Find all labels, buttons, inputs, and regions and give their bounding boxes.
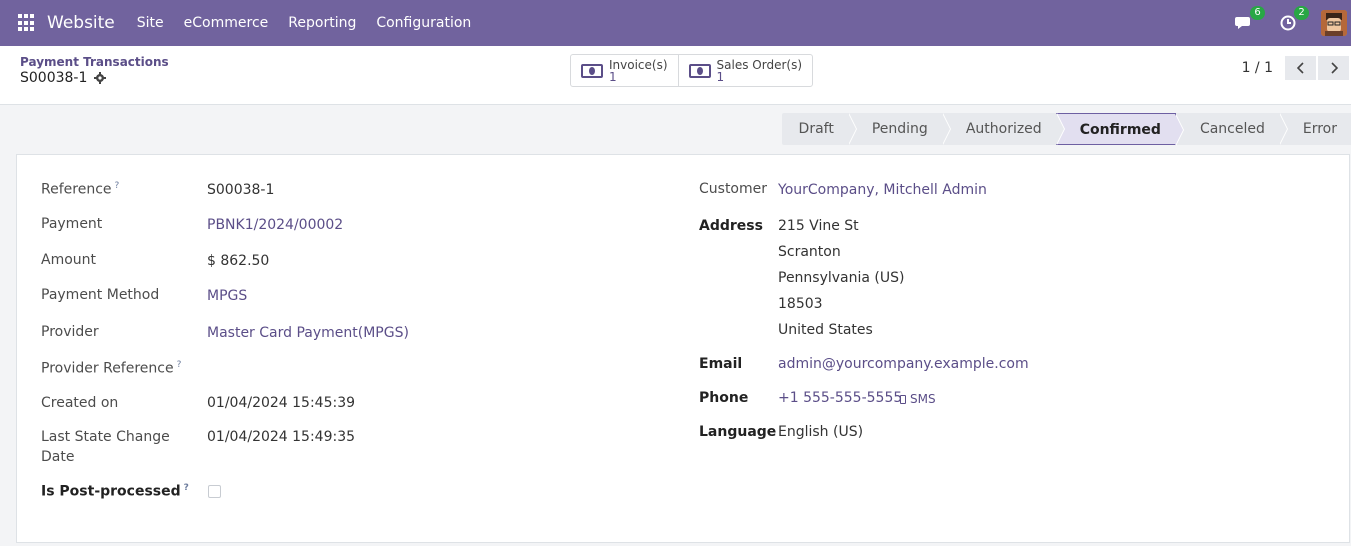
chevron-right-icon [1330, 62, 1338, 74]
created-on-value: 01/04/2024 15:45:39 [207, 395, 356, 411]
last-state-change-label-line2: Date [41, 449, 75, 465]
apps-menu-icon[interactable] [18, 14, 36, 32]
sms-button[interactable]: SMS [900, 392, 936, 406]
help-icon[interactable]: ? [184, 483, 189, 493]
menu-configuration[interactable]: Configuration [376, 15, 471, 31]
sms-label: SMS [910, 392, 936, 406]
invoices-count: 1 [609, 69, 617, 84]
phone-label: Phone [699, 390, 749, 406]
language-label: Language [699, 424, 777, 440]
address-line-country: United States [778, 322, 873, 338]
money-bill-icon [581, 63, 603, 78]
stage-error[interactable]: Error [1278, 113, 1351, 145]
provider-reference-label: Provider Reference? [41, 360, 181, 377]
mobile-icon [900, 394, 906, 404]
payment-method-label: Payment Method [41, 287, 160, 303]
language-value: English (US) [778, 424, 864, 440]
messages-badge: 6 [1250, 6, 1265, 20]
pager-value[interactable]: 1 / 1 [1242, 60, 1273, 76]
post-processed-checkbox[interactable] [208, 485, 221, 498]
top-navbar: Website Site eCommerce Reporting Configu… [0, 0, 1351, 46]
provider-label: Provider [41, 324, 99, 340]
record-name: S00038-1 [20, 70, 88, 86]
address-line-zip: 18503 [778, 296, 823, 312]
email-link[interactable]: admin@yourcompany.example.com [778, 356, 1029, 372]
address-line-street: 215 Vine St [778, 218, 859, 234]
reference-label-text: Reference [41, 181, 112, 198]
pager-previous-button[interactable] [1285, 56, 1316, 80]
stage-canceled[interactable]: Canceled [1175, 113, 1288, 145]
menu-ecommerce[interactable]: eCommerce [184, 15, 269, 31]
reference-label: Reference? [41, 181, 119, 198]
provider-reference-label-text: Provider Reference [41, 360, 174, 377]
amount-value: $ 862.50 [207, 253, 270, 269]
post-processed-label-text: Is Post-processed [41, 483, 181, 500]
sales-orders-count: 1 [716, 69, 725, 84]
stage-confirmed[interactable]: Confirmed [1055, 113, 1185, 146]
address-label: Address [699, 218, 763, 234]
status-bar: Draft Pending Authorized Confirmed Cance… [781, 113, 1351, 146]
customer-label: Customer [699, 181, 768, 197]
activities-badge: 2 [1294, 6, 1309, 20]
app-name[interactable]: Website [47, 13, 115, 33]
stage-pending[interactable]: Pending [847, 113, 951, 145]
gear-icon[interactable] [94, 72, 107, 84]
form-sheet: Reference? S00038-1 Payment PBNK1/2024/0… [16, 154, 1350, 543]
phone-link[interactable]: +1 555-555-5555 [778, 390, 902, 406]
payment-method-link[interactable]: MPGS [207, 288, 247, 304]
payment-label: Payment [41, 216, 103, 232]
help-icon[interactable]: ? [115, 181, 120, 191]
last-state-change-value: 01/04/2024 15:49:35 [207, 429, 356, 445]
amount-label: Amount [41, 252, 97, 268]
last-state-change-label: Last State Change Date [41, 429, 170, 465]
stage-draft[interactable]: Draft [781, 113, 858, 145]
email-label: Email [699, 356, 743, 372]
control-panel: Payment Transactions S00038-1 Invoice(s)… [0, 46, 1351, 105]
post-processed-label: Is Post-processed? [41, 483, 189, 500]
clock-icon [1280, 15, 1296, 31]
chat-icon [1235, 17, 1250, 29]
payment-link[interactable]: PBNK1/2024/00002 [207, 217, 343, 233]
record-title: S00038-1 [20, 70, 107, 86]
invoices-smart-button[interactable]: Invoice(s) 1 [571, 55, 678, 86]
smart-buttons: Invoice(s) 1 Sales Order(s) 1 [570, 54, 814, 87]
sales-orders-smart-button[interactable]: Sales Order(s) 1 [677, 55, 812, 86]
menu-site[interactable]: Site [137, 15, 164, 31]
help-icon[interactable]: ? [177, 360, 182, 370]
address-line-state: Pennsylvania (US) [778, 270, 905, 286]
created-on-label: Created on [41, 395, 119, 411]
chevron-left-icon [1296, 62, 1304, 74]
menu-reporting[interactable]: Reporting [288, 15, 356, 31]
sales-orders-label: Sales Order(s) [716, 57, 803, 72]
user-avatar[interactable] [1321, 10, 1347, 36]
address-line-city: Scranton [778, 244, 841, 260]
stage-authorized[interactable]: Authorized [941, 113, 1065, 145]
avatar-icon [1321, 10, 1347, 36]
activities-button[interactable]: 2 [1277, 6, 1309, 34]
messages-button[interactable]: 6 [1233, 6, 1265, 34]
pager: 1 / 1 [1242, 56, 1351, 80]
last-state-change-label-line1: Last State Change [41, 429, 170, 445]
invoices-label: Invoice(s) [609, 57, 668, 72]
money-bill-icon [688, 63, 711, 78]
reference-value: S00038-1 [207, 182, 275, 198]
pager-next-button[interactable] [1318, 56, 1349, 80]
customer-link[interactable]: YourCompany, Mitchell Admin [778, 182, 987, 198]
breadcrumb[interactable]: Payment Transactions [20, 55, 169, 69]
provider-link[interactable]: Master Card Payment(MPGS) [207, 325, 409, 341]
